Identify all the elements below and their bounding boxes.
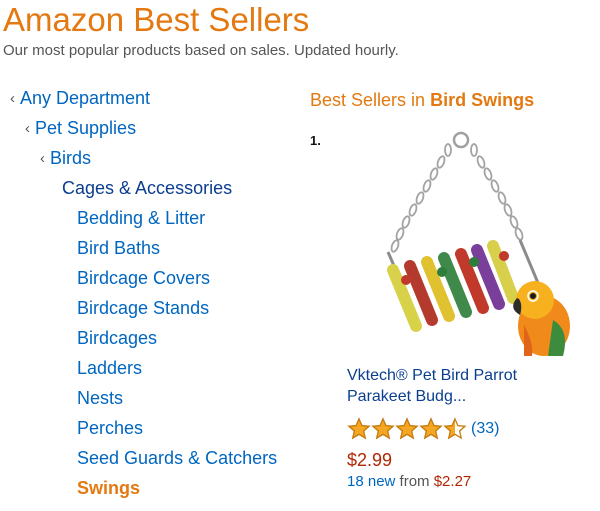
nav-item-bedding-litter[interactable]: Bedding & Litter [77,205,205,231]
bird-swing-with-parrot-image[interactable] [348,130,574,358]
star-icon [347,417,371,440]
product-rank: 1. [310,133,321,148]
nav-item-cages-accessories: Cages & Accessories [62,178,233,198]
nav-item-bird-baths[interactable]: Bird Baths [77,235,160,261]
nav-item-seed-guards-catchers[interactable]: Seed Guards & Catchers [77,445,277,471]
star-rating [347,417,467,441]
chevron-left-icon: ‹ [40,150,45,167]
page-title: Amazon Best Sellers [3,1,310,38]
star-icon [395,417,419,440]
product-rating[interactable]: (33) [347,416,499,442]
offers-from-label: from [399,473,430,490]
nav-item-label: Any Department [20,88,151,108]
star-icon [371,417,395,440]
nav-item-swings: Swings [77,478,141,498]
review-count-link[interactable]: (33) [471,420,499,438]
chevron-left-icon: ‹ [10,90,15,107]
chevron-left-icon: ‹ [25,120,30,137]
page-subtitle: Our most popular products based on sales… [3,42,399,59]
nav-item-any-department[interactable]: ‹ Any Department [10,85,150,113]
product-offers: 18 new from $2.27 [347,472,471,492]
nav-item-birds[interactable]: ‹ Birds [40,145,91,173]
nav-item-birdcage-covers[interactable]: Birdcage Covers [77,265,210,291]
heading-category: Bird Swings [430,90,535,110]
nav-item-birdcages[interactable]: Birdcages [77,325,157,351]
product-title-link[interactable]: Vktech® Pet Bird Parrot Parakeet Budg... [347,365,567,407]
nav-item-label: Birds [50,148,92,168]
parrot-shape [513,281,570,356]
nav-item-label: Pet Supplies [35,118,137,138]
star-icon [419,417,443,440]
heading-prefix: Best Sellers in [310,90,426,110]
nav-item-birdcage-stands[interactable]: Birdcage Stands [77,295,209,321]
new-offers-link[interactable]: 18 new [347,473,395,490]
nav-item-nests[interactable]: Nests [77,385,123,411]
nav-item-perches[interactable]: Perches [77,415,143,441]
product-price: $2.99 [347,450,393,470]
nav-item-pet-supplies[interactable]: ‹ Pet Supplies [25,115,136,143]
nav-item-ladders[interactable]: Ladders [77,355,142,381]
star-icon [443,417,467,440]
product-image-svg [386,131,570,356]
section-heading: Best Sellers in Bird Swings [310,87,534,113]
offers-price: $2.27 [433,473,472,490]
